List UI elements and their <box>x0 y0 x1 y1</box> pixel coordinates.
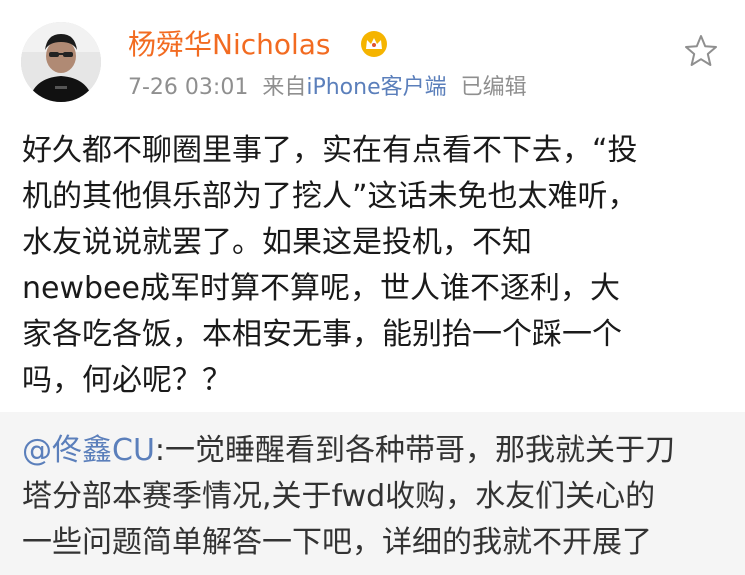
post-body-line: 吗，何必呢？？ <box>22 363 232 398</box>
post-body-line: 水友说说就罢了。如果这是投机，不知 <box>22 225 532 260</box>
author-name[interactable]: 杨舜华Nicholas <box>128 28 331 62</box>
post-body-line: 家各吃各饭，本相安无事，能别抬一个踩一个 <box>22 317 622 352</box>
post-body-line: newbee成军时算不算呢，世人谁不逐利，大 <box>22 271 620 306</box>
star-icon[interactable] <box>682 32 720 70</box>
repost-line: 塔分部本赛季情况,关于fwd收购，水友们关心的 <box>22 479 656 514</box>
repost-line: 一些问题简单解答一下吧，详细的我就不开展了 <box>22 525 652 560</box>
post-header: 杨舜华Nicholas 7-26 03:01 来自iPhone客户端 已编辑 <box>0 0 745 120</box>
post-body-line: 好久都不聊圈里事了，实在有点看不下去，“投 <box>22 133 638 168</box>
post-time: 7-26 03:01 <box>128 75 249 100</box>
repost-first-line: :一觉睡醒看到各种带哥，那我就关于刀 <box>154 433 676 468</box>
post-source[interactable]: iPhone客户端 <box>306 75 446 100</box>
avatar-photo <box>21 22 101 102</box>
source-prefix: 来自 <box>262 75 307 100</box>
post-body: 好久都不聊圈里事了，实在有点看不下去，“投 机的其他俱乐部为了挖人”这话未免也太… <box>22 128 727 404</box>
repost-line: @佟鑫CU:一觉睡醒看到各种带哥，那我就关于刀 <box>22 428 727 474</box>
reposted-content[interactable]: @佟鑫CU:一觉睡醒看到各种带哥，那我就关于刀 塔分部本赛季情况,关于fwd收购… <box>0 412 745 575</box>
crown-icon <box>361 31 387 57</box>
edited-label: 已编辑 <box>460 75 527 100</box>
repost-author-mention[interactable]: @佟鑫CU <box>22 433 155 468</box>
avatar[interactable] <box>21 22 101 102</box>
post-meta: 7-26 03:01 来自iPhone客户端 已编辑 <box>128 73 527 103</box>
post-body-line: 机的其他俱乐部为了挖人”这话未免也太难听， <box>22 179 638 214</box>
repost-text: @佟鑫CU:一觉睡醒看到各种带哥，那我就关于刀 塔分部本赛季情况,关于fwd收购… <box>22 428 727 566</box>
